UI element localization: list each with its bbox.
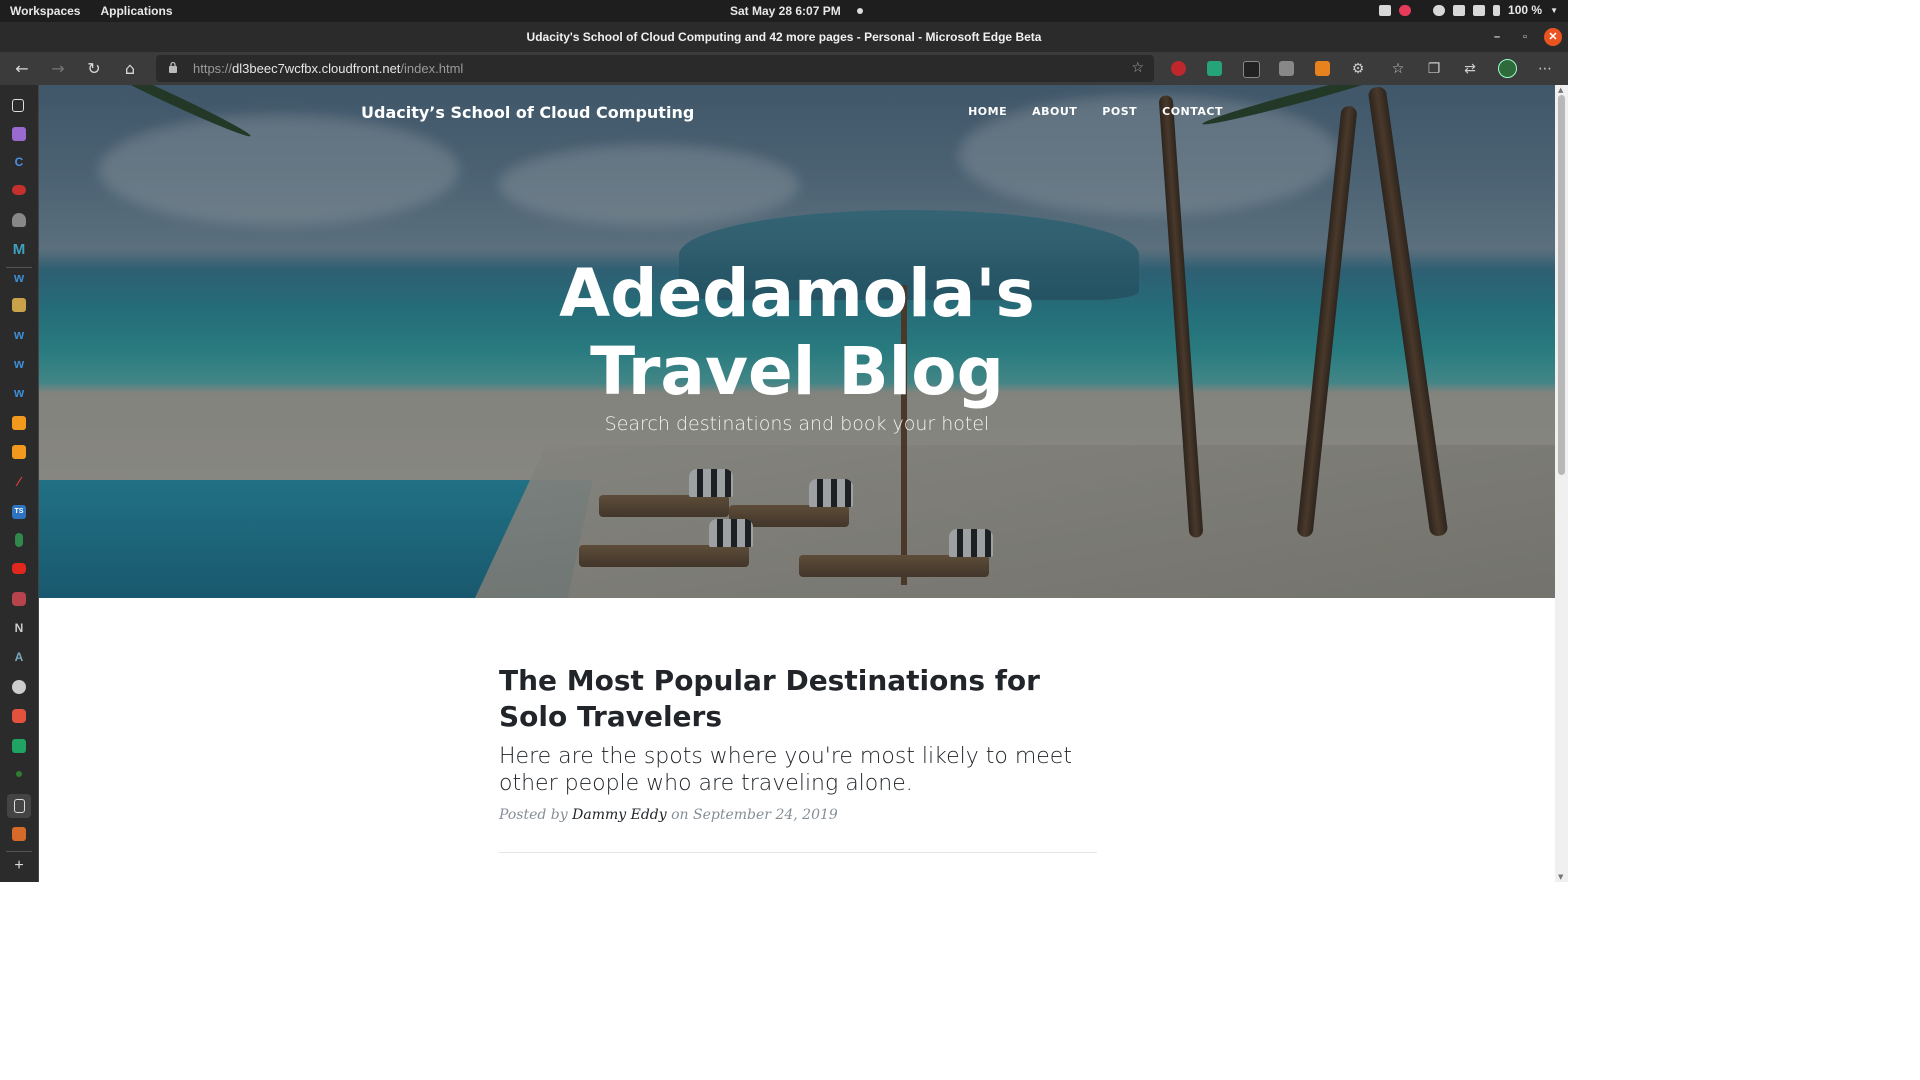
arch-icon[interactable]: A (12, 650, 26, 664)
clock[interactable]: Sat May 28 6:07 PM (730, 4, 863, 18)
scrollbar-thumb[interactable] (1558, 95, 1565, 475)
webflow-icon[interactable]: ᴡ (12, 328, 26, 342)
sidebar-divider (6, 851, 32, 852)
medium-icon[interactable]: M (12, 242, 26, 257)
shield-icon[interactable] (12, 213, 26, 227)
notion-icon[interactable]: N (12, 621, 26, 635)
hero-title-line-2: Travel Blog (590, 333, 1004, 410)
post-meta: Posted by Dammy Eddy on September 24, 20… (499, 807, 1097, 823)
forward-icon[interactable]: → (48, 59, 68, 79)
jira-icon[interactable]: ⁄ (12, 475, 26, 489)
tabs-icon[interactable] (12, 99, 24, 112)
green-dot-icon[interactable] (16, 771, 22, 777)
profile-avatar[interactable] (1498, 59, 1517, 78)
battery-icon[interactable] (1493, 4, 1501, 16)
dark-extension-icon[interactable] (1243, 61, 1260, 78)
c-app-icon[interactable]: C (12, 155, 26, 169)
nav-link-about[interactable]: ABOUT (1032, 105, 1077, 118)
extensions-icon[interactable]: ⚙ (1349, 60, 1367, 78)
share-icon[interactable]: ⇄ (1461, 60, 1479, 78)
post-title[interactable]: The Most Popular Destinations for Solo T… (499, 663, 1097, 735)
browser-toolbar: ← → ↻ ⌂ https://dl3beec7wcfbx.cloudfront… (0, 52, 1568, 85)
screen-extension-icon[interactable] (1279, 61, 1294, 76)
webflow-icon[interactable]: ᴡ (12, 357, 26, 371)
chrome-icon[interactable] (12, 680, 26, 694)
metamask-extension-icon[interactable] (1315, 61, 1330, 76)
mail-extension-icon[interactable] (1207, 61, 1222, 76)
lock-icon (169, 61, 177, 73)
mongodb-icon[interactable] (15, 533, 23, 547)
scroll-up-icon[interactable]: ▲ (1558, 86, 1563, 94)
url-text[interactable]: https://dl3beec7wcfbx.cloudfront.net/ind… (193, 61, 463, 76)
site-nav: HOME ABOUT POST CONTACT (968, 105, 1223, 118)
maximize-button[interactable]: ▫ (1516, 28, 1534, 46)
page-icon (14, 799, 25, 813)
post-preview[interactable]: The Most Popular Destinations for Solo T… (499, 663, 1097, 823)
volume-icon[interactable] (1473, 4, 1486, 16)
more-menu-icon[interactable]: ⋯ (1536, 60, 1554, 78)
home-icon[interactable]: ⌂ (120, 59, 140, 79)
post-author-link[interactable]: Dammy Eddy (572, 807, 667, 823)
search-app-icon[interactable] (12, 592, 26, 606)
site-brand-link[interactable]: Udacity’s School of Cloud Computing (361, 103, 694, 122)
sidebar-divider (6, 267, 32, 268)
post-date: September 24, 2019 (693, 807, 838, 823)
chevron-down-icon[interactable]: ▼ (1550, 6, 1558, 15)
aws-icon[interactable] (12, 416, 26, 430)
minimize-button[interactable]: – (1488, 28, 1506, 46)
hero-title-line-1: Adedamola's (559, 255, 1035, 332)
scroll-down-icon[interactable]: ▼ (1558, 873, 1563, 881)
slack-tray-icon[interactable] (1399, 4, 1412, 16)
todo-icon[interactable] (12, 709, 26, 723)
post-subtitle[interactable]: Here are the spots where you're most lik… (499, 743, 1097, 797)
favorites-icon[interactable]: ☆ (1389, 60, 1407, 78)
nav-link-contact[interactable]: CONTACT (1162, 105, 1223, 118)
teams-tray-icon[interactable] (1379, 4, 1392, 16)
system-top-bar: Workspaces Applications Sat May 28 6:07 … (0, 0, 1568, 22)
typescript-icon[interactable]: TS (12, 505, 26, 519)
browser-sidebar: C M ᴡ ᴡ ᴡ ᴡ ⁄ TS N A + (0, 85, 39, 882)
favorite-add-icon[interactable]: ☆ (1131, 60, 1144, 76)
post-divider (499, 852, 1097, 853)
box-icon[interactable] (12, 298, 26, 312)
brightness-icon[interactable] (1433, 4, 1446, 16)
ublock-extension-icon[interactable] (1171, 61, 1186, 76)
webflow-icon[interactable]: ᴡ (12, 386, 26, 400)
address-bar[interactable]: https://dl3beec7wcfbx.cloudfront.net/ind… (156, 55, 1154, 82)
aws-icon[interactable] (12, 445, 26, 459)
hero-title: Adedamola's Travel Blog (39, 255, 1555, 411)
post-on-label: on (671, 807, 689, 823)
tasks-icon[interactable] (12, 127, 26, 141)
url-host: dl3beec7wcfbx.cloudfront.net (232, 61, 401, 76)
notification-dot-icon (856, 8, 863, 14)
youtube-icon[interactable] (12, 563, 26, 574)
nav-link-post[interactable]: POST (1102, 105, 1137, 118)
window-title: Udacity's School of Cloud Computing and … (526, 30, 1042, 44)
page-scrollbar[interactable]: ▲ ▼ (1555, 85, 1568, 882)
page-viewport: Udacity’s School of Cloud Computing HOME… (39, 85, 1555, 882)
applications-menu[interactable]: Applications (100, 4, 172, 18)
refresh-icon[interactable]: ↻ (84, 59, 104, 79)
webflow-icon[interactable]: ᴡ (12, 271, 26, 285)
hero-banner: Udacity’s School of Cloud Computing HOME… (39, 85, 1555, 598)
youtube-icon[interactable] (12, 185, 26, 195)
hero-subtitle: Search destinations and book your hotel (604, 413, 990, 435)
workspaces-menu[interactable]: Workspaces (10, 4, 80, 18)
url-scheme: https:// (193, 61, 233, 76)
collections-icon[interactable]: ❐ (1425, 60, 1443, 78)
clock-label: Sat May 28 6:07 PM (730, 4, 841, 18)
nav-link-home[interactable]: HOME (968, 105, 1007, 118)
display-icon[interactable] (1453, 4, 1466, 16)
posted-by-label: Posted by (499, 807, 568, 823)
add-icon[interactable]: + (12, 858, 26, 874)
java-icon[interactable] (12, 827, 26, 841)
close-button[interactable]: ✕ (1544, 28, 1562, 46)
window-title-bar: Udacity's School of Cloud Computing and … (0, 22, 1568, 52)
url-path: /index.html (400, 61, 464, 76)
sheets-icon[interactable] (12, 739, 26, 753)
battery-level[interactable]: 100 % (1508, 3, 1542, 17)
back-icon[interactable]: ← (12, 59, 32, 79)
